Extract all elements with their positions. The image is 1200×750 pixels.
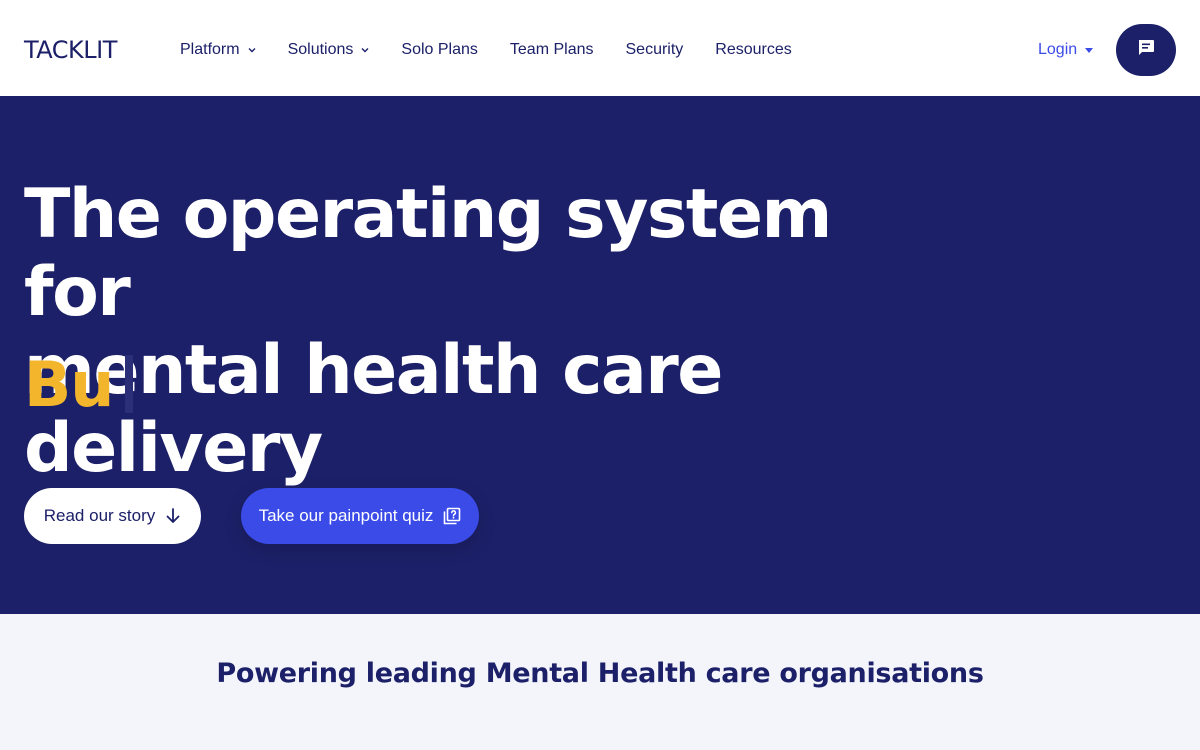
chat-button[interactable] [1116,24,1176,76]
headline-line-2: mental health care delivery [24,331,723,488]
nav-item-team-plans[interactable]: Team Plans [510,41,594,59]
quiz-icon [443,507,461,525]
nav-item-label: Security [625,41,684,58]
button-label: Take our painpoint quiz [258,506,434,525]
trusted-title: Powering leading Mental Health care orga… [216,658,984,689]
typed-text: Bu [24,347,134,421]
typing-cursor [125,355,134,413]
nav-item-label: Platform [180,41,240,58]
nav-item-security[interactable]: Security [626,41,684,59]
nav-item-solutions[interactable]: Solutions [288,41,370,59]
nav-item-resources[interactable]: Resources [715,41,791,59]
chevron-down-icon [361,46,369,54]
nav-item-platform[interactable]: Platform [180,41,256,59]
nav-item-label: Solo Plans [401,41,478,58]
button-label: Read our story [43,506,156,525]
tacklit-logo[interactable]: TACKLIT [24,36,117,64]
main-nav: Platform Solutions Solo Plans Team Plans… [180,38,824,62]
nav-item-label: Solutions [287,41,354,58]
login-label: Login [1038,41,1078,58]
chevron-down-icon [248,46,256,54]
nav-item-solo-plans[interactable]: Solo Plans [401,41,478,59]
login-dropdown[interactable]: Login [1038,38,1094,62]
site-header: TACKLIT Platform Solutions Solo Plans Te… [0,0,1200,96]
caret-down-icon [1085,47,1094,53]
typed-word: Bu [24,347,114,421]
nav-item-label: Team Plans [509,41,594,58]
nav-item-label: Resources [715,41,792,58]
take-painpoint-quiz-button[interactable]: Take our painpoint quiz [241,488,479,544]
hero-headline: The operating system for mental health c… [24,176,924,488]
arrow-down-icon [165,507,181,525]
read-our-story-button[interactable]: Read our story [24,488,201,544]
trusted-by-section: Powering leading Mental Health care orga… [0,614,1200,750]
hero-section: The operating system for mental health c… [0,96,1200,614]
headline-line-1: The operating system for [24,175,832,332]
chat-message-icon [1136,38,1156,63]
